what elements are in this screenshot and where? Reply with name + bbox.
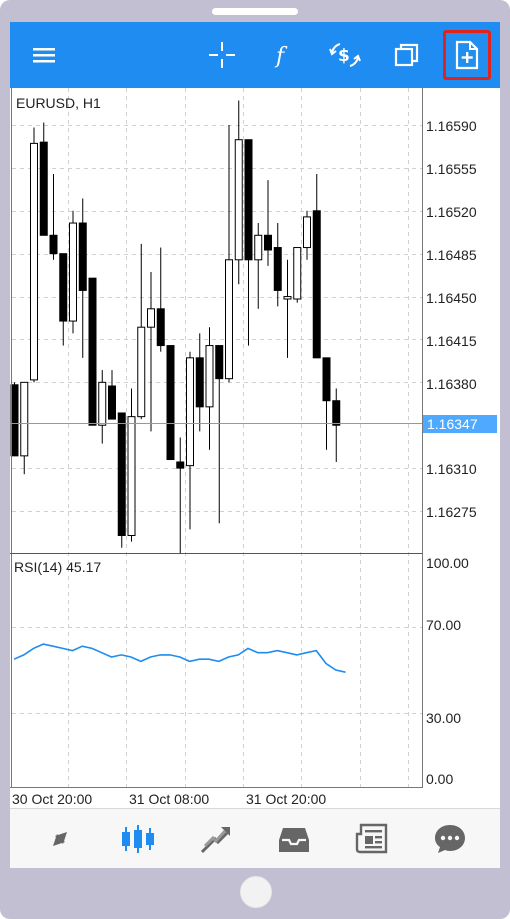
candle-body	[176, 461, 185, 469]
candle-body	[117, 412, 126, 537]
price-axis-label: 1.16555	[426, 161, 477, 177]
time-axis-label: 30 Oct 20:00	[12, 791, 93, 807]
candle-body	[186, 357, 194, 467]
bottom-navigation	[10, 808, 500, 868]
rsi-axis-label: 0.00	[426, 771, 454, 787]
candle-body	[332, 400, 341, 426]
new-order-icon	[455, 40, 479, 70]
candle-body	[166, 345, 175, 461]
candle-body	[225, 259, 233, 380]
price-axis-label: 1.16310	[426, 461, 477, 477]
candle-body	[108, 385, 116, 420]
nav-news[interactable]	[352, 819, 392, 859]
symbol-timeframe-label: EURUSD, H1	[16, 95, 101, 111]
candle-body	[293, 247, 302, 300]
crosshair-button[interactable]	[202, 35, 242, 75]
price-axis-label: 1.16450	[426, 290, 477, 306]
rsi-line	[13, 643, 346, 673]
home-button[interactable]	[240, 876, 272, 908]
price-axis-label: 1.16520	[426, 204, 477, 220]
menu-icon	[33, 48, 55, 63]
candle-body	[303, 216, 311, 249]
candle-body	[98, 381, 107, 426]
candle-body	[156, 308, 165, 347]
rsi-axis-label: 70.00	[426, 617, 462, 633]
price-axis-label: 1.16590	[426, 118, 477, 134]
menu-button[interactable]	[24, 35, 64, 75]
candle-body	[147, 308, 155, 328]
candle-body	[254, 234, 263, 261]
candle-body	[10, 384, 19, 457]
indicator-f-icon: f	[274, 44, 288, 69]
price-axis-label: 1.16275	[426, 504, 477, 520]
rsi-axis-label: 100.00	[426, 555, 469, 571]
svg-text:f: f	[274, 44, 288, 69]
chart-canvas[interactable]	[10, 88, 500, 808]
candle-body	[205, 345, 214, 408]
rsi-axis-label: 30.00	[426, 710, 462, 726]
rsi-indicator-label: RSI(14) 45.17	[14, 559, 102, 575]
candle-body	[39, 141, 48, 236]
candle-body	[49, 234, 58, 255]
chart-toolbar: f $	[10, 22, 500, 88]
candle-body	[30, 142, 38, 381]
indicators-button[interactable]: f	[263, 35, 303, 75]
candle-body	[137, 326, 146, 418]
candle-body	[283, 296, 292, 300]
phone-speaker	[212, 8, 298, 15]
price-axis-label: 1.16415	[426, 333, 477, 349]
candle-body	[234, 139, 243, 261]
candle-body	[322, 357, 331, 402]
candle-body	[244, 139, 253, 261]
price-axis-label: 1.16485	[426, 247, 477, 263]
symbol-change-icon: $	[329, 43, 361, 67]
candle-body	[127, 416, 136, 537]
candle-body	[312, 210, 321, 359]
chat-icon	[435, 825, 465, 853]
price-axis-label: 1.16380	[426, 376, 477, 392]
quotes-icon	[47, 826, 73, 852]
new-order-button[interactable]	[447, 35, 487, 75]
trade-icon	[200, 827, 230, 854]
candle-body	[59, 253, 68, 322]
phone-frame: f $ EURUSD, H1 RSI(14) 45.17 1.16590 1.1…	[0, 0, 510, 919]
chart-icon	[122, 825, 154, 853]
nav-quotes[interactable]	[40, 819, 80, 859]
window-button[interactable]	[387, 35, 427, 75]
candle-body	[69, 222, 77, 322]
nav-trade[interactable]	[196, 819, 236, 859]
symbol-change-button[interactable]: $	[325, 35, 365, 75]
candle-body	[264, 234, 272, 251]
candle-body	[20, 381, 29, 457]
window-icon	[394, 43, 419, 67]
nav-chart[interactable]	[118, 819, 158, 859]
history-icon	[279, 828, 309, 852]
time-axis-label: 31 Oct 20:00	[246, 791, 327, 807]
app-screen: f $ EURUSD, H1 RSI(14) 45.17 1.16590 1.1…	[10, 22, 500, 868]
nav-chat[interactable]	[430, 819, 470, 859]
time-axis-label: 31 Oct 08:00	[129, 791, 210, 807]
chart-area[interactable]: EURUSD, H1 RSI(14) 45.17 1.16590 1.16555…	[10, 88, 500, 808]
candle-body	[195, 357, 204, 408]
candle-body	[88, 277, 97, 426]
candle-body	[273, 247, 282, 291]
svg-text:$: $	[338, 46, 350, 66]
crosshair-icon	[209, 42, 235, 68]
candle-body	[215, 345, 224, 380]
candle-body	[78, 222, 87, 291]
current-price-label: 1.16347	[423, 415, 497, 433]
news-icon	[355, 823, 388, 854]
nav-history[interactable]	[274, 819, 314, 859]
